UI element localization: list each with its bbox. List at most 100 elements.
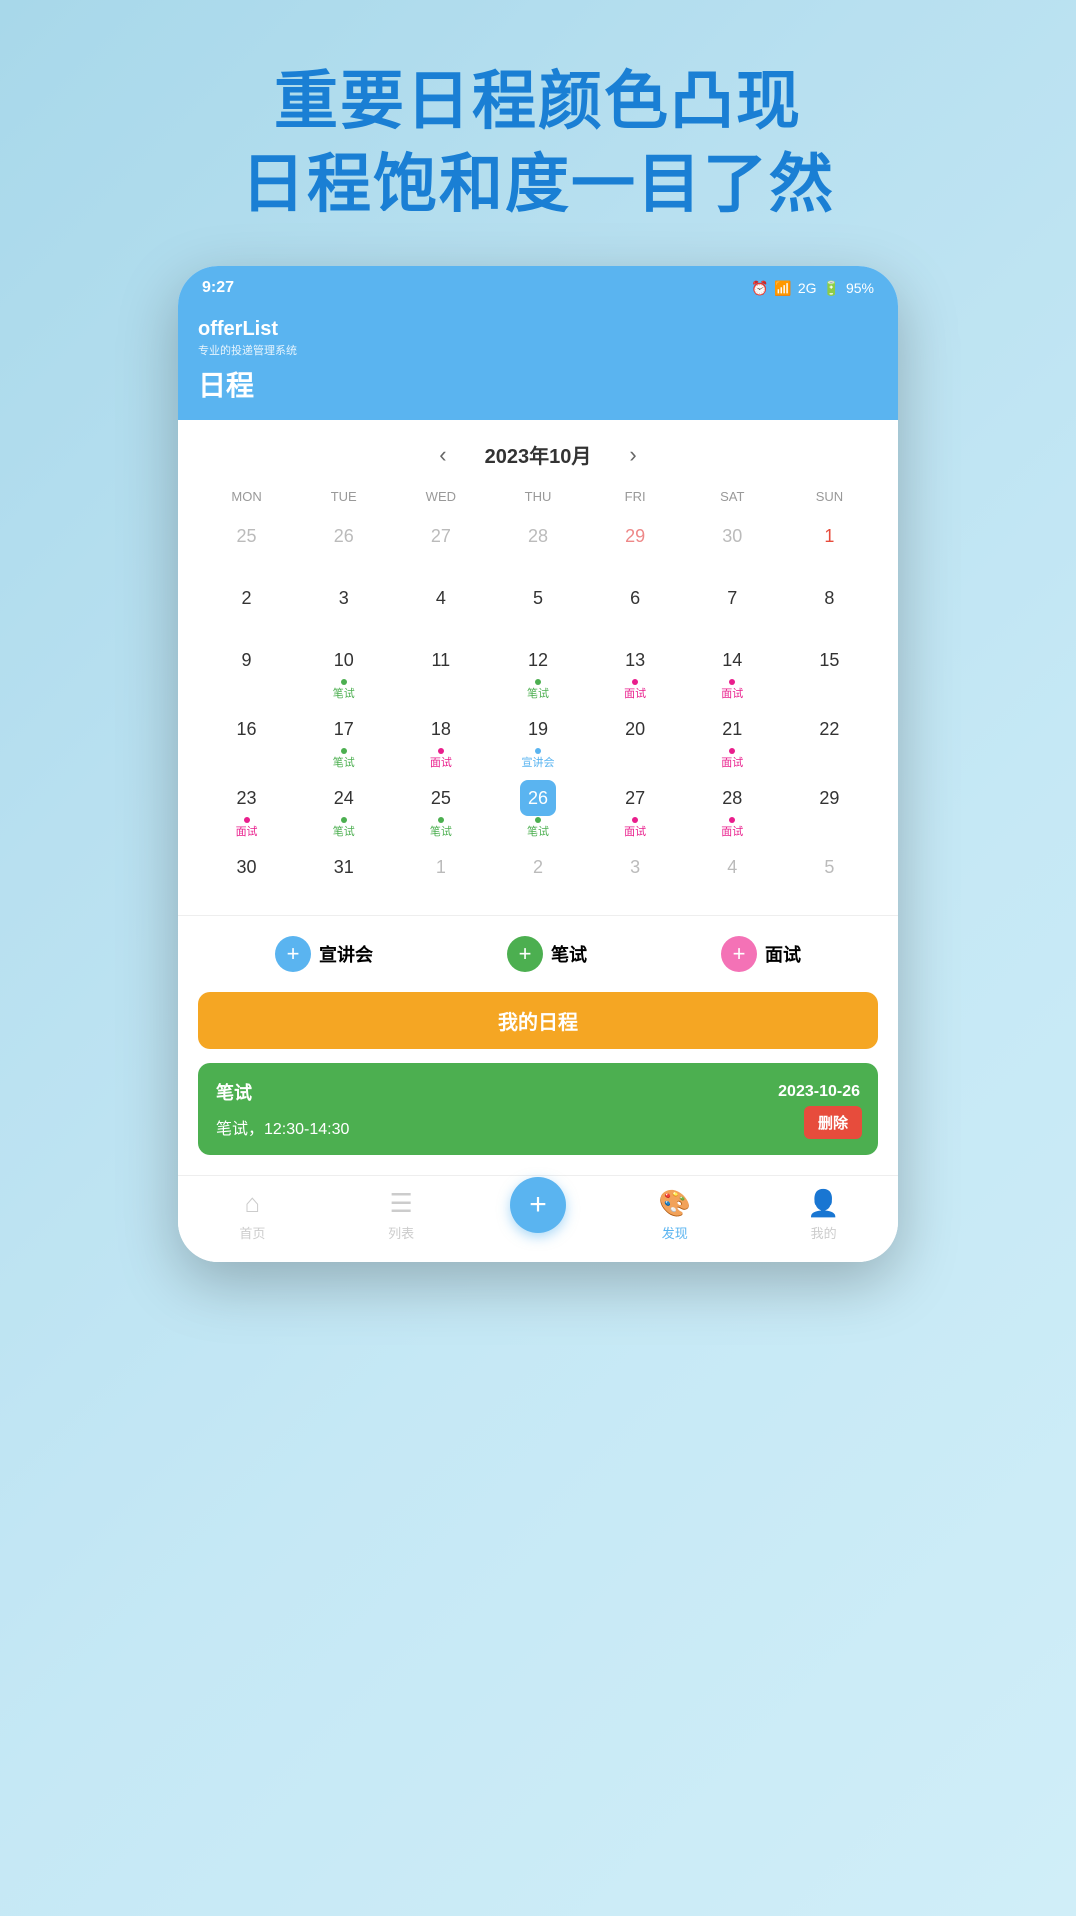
day-3-next[interactable]: 3 [587, 845, 684, 905]
day-15[interactable]: 15 [781, 638, 878, 705]
day-28-prev[interactable]: 28 [489, 514, 586, 574]
day-2[interactable]: 2 [198, 576, 295, 636]
wifi-icon: 📶 [774, 280, 791, 297]
action-buttons: + 宣讲会 + 笔试 + 面试 [178, 915, 898, 992]
day-17[interactable]: 17 笔试 [295, 707, 392, 774]
day-4-next[interactable]: 4 [684, 845, 781, 905]
app-brand: offerList [198, 318, 878, 341]
app-subtitle: 专业的投递管理系统 [198, 342, 878, 358]
status-icons: ⏰ 📶 2G 🔋 95% [751, 280, 874, 297]
signal-icon: 2G [798, 280, 817, 296]
day-19[interactable]: 19 宣讲会 [489, 707, 586, 774]
nav-profile[interactable]: 👤 我的 [784, 1188, 864, 1242]
nav-add-button[interactable]: + [510, 1177, 566, 1233]
nav-list-label: 列表 [388, 1223, 414, 1242]
home-icon: ⌂ [245, 1188, 261, 1219]
schedule-detail: 笔试，12:30-14:30 [216, 1115, 860, 1139]
day-21[interactable]: 21 面试 [684, 707, 781, 774]
day-16[interactable]: 16 [198, 707, 295, 774]
app-header: offerList 专业的投递管理系统 日程 [178, 310, 898, 420]
day-18[interactable]: 18 面试 [392, 707, 489, 774]
day-24[interactable]: 24 笔试 [295, 776, 392, 843]
day-30-prev[interactable]: 30 [684, 514, 781, 574]
written-test-label: 笔试 [551, 941, 587, 967]
bottom-nav: ⌂ 首页 ☰ 列表 + 🎨 发现 👤 我的 [178, 1175, 898, 1262]
day-14[interactable]: 14 面试 [684, 638, 781, 705]
day-28[interactable]: 28 面试 [684, 776, 781, 843]
weekday-headers: MON TUE WED THU FRI SAT SUN [198, 485, 878, 508]
schedule-card-header: 笔试 2023-10-26 [216, 1079, 860, 1105]
day-9[interactable]: 9 [198, 638, 295, 705]
nav-discover[interactable]: 🎨 发现 [635, 1188, 715, 1242]
add-icon-interview: + [721, 936, 757, 972]
page-title: 日程 [198, 364, 878, 404]
day-12[interactable]: 12 笔试 [489, 638, 586, 705]
calendar-month-title: 2023年10月 [485, 440, 592, 469]
weekday-sun: SUN [781, 485, 878, 508]
schedule-header: 我的日程 [198, 992, 878, 1049]
delete-button[interactable]: 删除 [804, 1106, 862, 1139]
prev-month-button[interactable]: ‹ [431, 442, 454, 468]
day-1-sun[interactable]: 1 [781, 514, 878, 574]
next-month-button[interactable]: › [621, 442, 644, 468]
battery-icon: 🔋 [823, 280, 840, 297]
add-interview-button[interactable]: + 面试 [721, 936, 801, 972]
day-30[interactable]: 30 [198, 845, 295, 905]
day-22[interactable]: 22 [781, 707, 878, 774]
day-26[interactable]: 26 笔试 [489, 776, 586, 843]
day-4[interactable]: 4 [392, 576, 489, 636]
weekday-mon: MON [198, 485, 295, 508]
calendar-nav: ‹ 2023年10月 › [198, 440, 878, 469]
schedule-section: 我的日程 笔试 2023-10-26 笔试，12:30-14:30 删除 [178, 992, 898, 1175]
add-icon-written: + [507, 936, 543, 972]
day-5-next[interactable]: 5 [781, 845, 878, 905]
day-5[interactable]: 5 [489, 576, 586, 636]
nav-list[interactable]: ☰ 列表 [361, 1188, 441, 1242]
day-2-next[interactable]: 2 [489, 845, 586, 905]
schedule-date: 2023-10-26 [778, 1083, 860, 1101]
day-8[interactable]: 8 [781, 576, 878, 636]
schedule-type: 笔试 [216, 1079, 252, 1105]
add-icon-announcement: + [275, 936, 311, 972]
interview-label: 面试 [765, 941, 801, 967]
day-3[interactable]: 3 [295, 576, 392, 636]
discover-icon: 🎨 [659, 1188, 691, 1219]
add-written-test-button[interactable]: + 笔试 [507, 936, 587, 972]
day-26-prev[interactable]: 26 [295, 514, 392, 574]
nav-home[interactable]: ⌂ 首页 [212, 1188, 292, 1242]
status-bar: 9:27 ⏰ 📶 2G 🔋 95% [178, 266, 898, 310]
promo-header: 重要日程颜色凸现 日程饱和度一目了然 [241, 60, 835, 226]
weekday-wed: WED [392, 485, 489, 508]
weekday-thu: THU [489, 485, 586, 508]
day-13[interactable]: 13 面试 [587, 638, 684, 705]
weekday-sat: SAT [684, 485, 781, 508]
weekday-fri: FRI [587, 485, 684, 508]
day-20[interactable]: 20 [587, 707, 684, 774]
day-25[interactable]: 25 笔试 [392, 776, 489, 843]
day-23[interactable]: 23 面试 [198, 776, 295, 843]
day-25-prev[interactable]: 25 [198, 514, 295, 574]
weekday-tue: TUE [295, 485, 392, 508]
schedule-card: 笔试 2023-10-26 笔试，12:30-14:30 删除 [198, 1063, 878, 1155]
promo-line1: 重要日程颜色凸现 [241, 60, 835, 143]
calendar-grid: MON TUE WED THU FRI SAT SUN 25 26 27 28 … [198, 485, 878, 905]
day-7[interactable]: 7 [684, 576, 781, 636]
day-29-prev[interactable]: 29 [587, 514, 684, 574]
phone-frame: 9:27 ⏰ 📶 2G 🔋 95% offerList 专业的投递管理系统 日程… [178, 266, 898, 1262]
battery-percent: 95% [846, 280, 874, 296]
day-27[interactable]: 27 面试 [587, 776, 684, 843]
alarm-icon: ⏰ [751, 280, 768, 297]
promo-line2: 日程饱和度一目了然 [241, 143, 835, 226]
day-27-prev[interactable]: 27 [392, 514, 489, 574]
day-11[interactable]: 11 [392, 638, 489, 705]
day-29[interactable]: 29 [781, 776, 878, 843]
calendar-days: 25 26 27 28 29 30 1 2 3 4 5 6 7 8 9 10 [198, 514, 878, 905]
nav-home-label: 首页 [239, 1223, 265, 1242]
day-31[interactable]: 31 [295, 845, 392, 905]
add-announcement-button[interactable]: + 宣讲会 [275, 936, 373, 972]
day-1-next[interactable]: 1 [392, 845, 489, 905]
status-time: 9:27 [202, 279, 234, 297]
day-10[interactable]: 10 笔试 [295, 638, 392, 705]
day-6[interactable]: 6 [587, 576, 684, 636]
add-icon-main: + [529, 1188, 547, 1222]
